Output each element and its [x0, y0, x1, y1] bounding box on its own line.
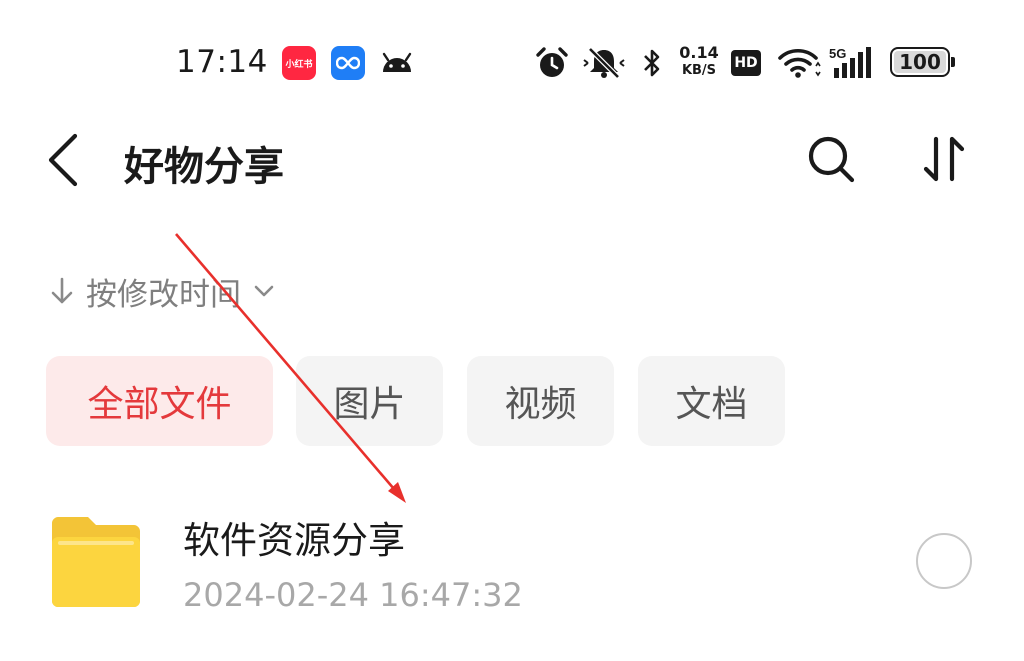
- sort-selector[interactable]: 按修改时间: [50, 268, 275, 314]
- folder-icon: [52, 517, 140, 607]
- back-button[interactable]: [38, 128, 88, 192]
- tab-videos[interactable]: 视频: [467, 356, 614, 446]
- sort-icon: [923, 136, 965, 182]
- list-item[interactable]: 软件资源分享 2024-02-24 16:47:32: [0, 500, 1024, 630]
- arrow-down-icon: [51, 277, 73, 304]
- battery-cap: [951, 57, 955, 67]
- status-bar: 17:14 小红书 0.14 KB/S HD 5G 100: [0, 40, 1024, 88]
- search-button[interactable]: [800, 128, 862, 190]
- network-speed: 0.14 KB/S: [676, 44, 722, 80]
- bluetooth-icon: [640, 46, 664, 80]
- android-icon: [380, 46, 414, 80]
- wifi-icon: [776, 46, 822, 80]
- signal-icon: 5G: [828, 46, 878, 80]
- hd-badge: HD: [731, 50, 761, 76]
- tab-all-files[interactable]: 全部文件: [46, 356, 273, 446]
- xiaohongshu-icon: 小红书: [282, 46, 316, 80]
- mute-bell-icon: [582, 46, 626, 80]
- file-modified-date: 2024-02-24 16:47:32: [183, 576, 523, 614]
- search-icon: [808, 136, 855, 183]
- status-time: 17:14: [176, 44, 268, 80]
- alarm-icon: [534, 46, 570, 80]
- file-list-screen: 17:14 小红书 0.14 KB/S HD 5G 100 好物分享 按修改时间…: [0, 0, 1024, 661]
- sort-label: 按修改时间: [86, 276, 241, 313]
- battery-level: 100: [899, 50, 941, 74]
- svg-text:5G: 5G: [829, 46, 846, 61]
- sort-button[interactable]: [914, 128, 974, 190]
- chevron-down-icon: [254, 285, 274, 297]
- loop-app-icon: [331, 46, 365, 80]
- select-checkbox[interactable]: [916, 533, 972, 589]
- network-speed-value: 0.14: [679, 43, 719, 62]
- network-speed-unit: KB/S: [681, 63, 717, 78]
- tab-images[interactable]: 图片: [296, 356, 443, 446]
- back-chevron-icon: [48, 133, 78, 187]
- tab-documents[interactable]: 文档: [638, 356, 785, 446]
- battery-icon: 100: [890, 47, 950, 77]
- page-title: 好物分享: [124, 144, 284, 190]
- file-name: 软件资源分享: [183, 519, 405, 562]
